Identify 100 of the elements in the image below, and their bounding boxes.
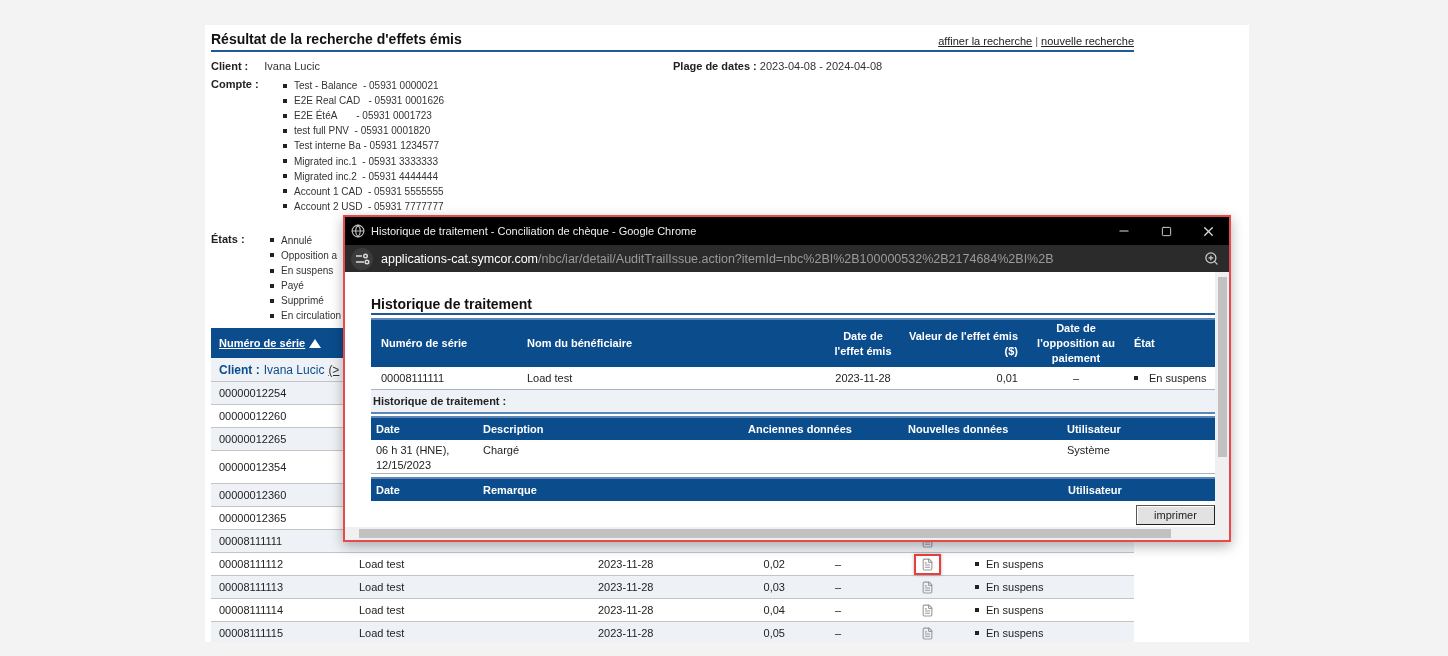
bullet-icon [270,313,274,318]
table-cell-text: Système [1066,443,1111,458]
bullet-icon [283,128,287,133]
bullet-icon [283,189,287,194]
table-cell-text: 0,05 [762,627,786,640]
table-cell-text: 00008111115 [218,627,285,640]
column-header: Description [482,421,545,437]
bullet-icon [270,238,274,243]
table-cell-text: 2023-11-28 [597,604,655,617]
column-header: Remarque [482,482,538,498]
bullet-icon [283,98,287,103]
sort-ascending-icon[interactable] [309,338,322,348]
column-header: Date de l'effet émis [833,328,893,359]
bullet-icon [975,608,979,613]
bullet-icon [270,298,274,303]
document-icon[interactable] [921,557,934,571]
state-item: En suspens [281,265,334,277]
table-cell-text: 00008111113 [218,581,285,594]
url-text[interactable]: applications-cat.symcor.com/nbc/iar/detail/AuditTrailIssue.action?itemId=nbc%2BI%2B100000532%2B2174684%2BI%2B [381,251,1204,266]
bullet-icon [975,631,979,636]
bullet-icon [270,268,274,273]
bullet-icon [283,83,287,88]
zoom-icon[interactable] [1204,251,1219,266]
table-cell-text: Load test [358,581,406,594]
table-cell-text: 0,01 [995,370,1019,386]
account-item: Account 1 CAD - 05931 5555555 [294,185,444,197]
history-label: Historique de traitement : [371,390,1215,414]
account-item: Account 2 USD - 05931 7777777 [294,200,444,212]
table-cell-text: 0,03 [762,581,786,594]
document-icon[interactable] [921,603,934,617]
date-range-value: 2023-04-08 - 2024-04-08 [759,60,883,72]
vertical-scrollbar[interactable] [1215,272,1229,527]
column-header: Anciennes données [747,421,853,437]
group-link[interactable]: (> [328,362,340,377]
page-title: Résultat de la recherche d'effets émis [211,31,462,47]
table-cell-text: 00008111111 [380,370,446,386]
document-icon[interactable] [921,580,934,594]
bullet-icon [975,562,979,567]
bullet-icon [270,283,274,288]
bullet-icon [283,159,287,163]
window-title: Historique de traitement - Conciliation de chèque - Google Chrome [371,225,698,237]
table-cell-text: – [833,627,843,640]
table-cell-text: 0,04 [762,604,786,617]
link-separator: | [1035,35,1039,47]
table-cell-text: 00000012354 [218,461,288,474]
site-settings-icon[interactable] [351,247,373,270]
column-header: Date [375,482,401,498]
refine-search-link[interactable]: affiner la recherche [938,35,1033,47]
table-cell-text: 06 h 31 (HNE), 12/15/2023 [375,443,451,473]
column-header: Utilisateur [1067,482,1123,498]
state-item: Supprimé [281,295,324,307]
column-header: État [1133,336,1156,351]
table-cell-text: 00008111114 [218,604,285,617]
document-icon[interactable] [921,626,934,640]
date-range-label: Plage de dates : [673,60,757,72]
table-cell-text: – [833,558,843,571]
new-search-link[interactable]: nouvelle recherche [1041,35,1134,47]
group-label: Client : [219,362,260,377]
table-cell-text: Load test [358,558,406,571]
state-item: En circulation [281,310,342,322]
bullet-icon [283,204,287,209]
column-header: Nom du bénéficiaire [526,336,634,351]
column-header: Nouvelles données [907,421,1010,437]
maximize-icon[interactable] [1160,225,1172,237]
state-item: Annulé [281,234,313,246]
bullet-icon [283,143,287,148]
account-item: Migrated inc.1 - 05931 3333333 [294,155,438,167]
column-header: Date [375,421,401,437]
bullet-icon [283,174,287,179]
table-cell-text: 0,02 [762,558,786,571]
table-cell-text: 00000012360 [218,489,288,502]
status-text: En suspens [986,581,1044,594]
table-cell-text: 2023-11-28 [597,558,655,571]
popup-heading: Historique de traitement [371,296,1215,315]
client-label: Client : [211,60,249,72]
table-cell-text: Load test [358,604,406,617]
column-header: Utilisateur [1066,421,1122,437]
account-item: E2E ÉtéA - 05931 0001723 [294,110,432,122]
account-item: Migrated inc.2 - 05931 4444444 [294,170,438,182]
table-cell-text: – [833,604,843,617]
bullet-icon [283,113,287,118]
table-cell-text: 2023-11-28 [597,581,655,594]
client-value: Ivana Lucic [264,60,320,72]
table-cell-text: 00000012260 [218,410,288,423]
table-cell-text: 00000012254 [218,387,288,400]
globe-icon [351,224,365,238]
table-cell-text: 00008111111 [218,535,284,548]
horizontal-scrollbar[interactable] [345,527,1229,540]
serial-column-header[interactable]: Numéro de série [219,337,306,350]
print-button[interactable]: imprimer [1136,505,1215,525]
column-header: Valeur de l'effet émis ($) [908,328,1019,359]
column-header: Date de l'opposition au paiement [1036,321,1116,366]
bullet-icon [1134,376,1138,380]
table-cell-text: Load test [358,627,406,640]
table-cell-text: Load test [526,370,574,386]
table-cell-text: Chargé [482,443,521,458]
account-item: Test - Balance - 05931 0000021 [294,80,439,92]
table-cell-text: 2023-11-28 [597,627,655,640]
status-text: En suspens [986,627,1044,640]
state-item: Opposition a [281,250,338,261]
